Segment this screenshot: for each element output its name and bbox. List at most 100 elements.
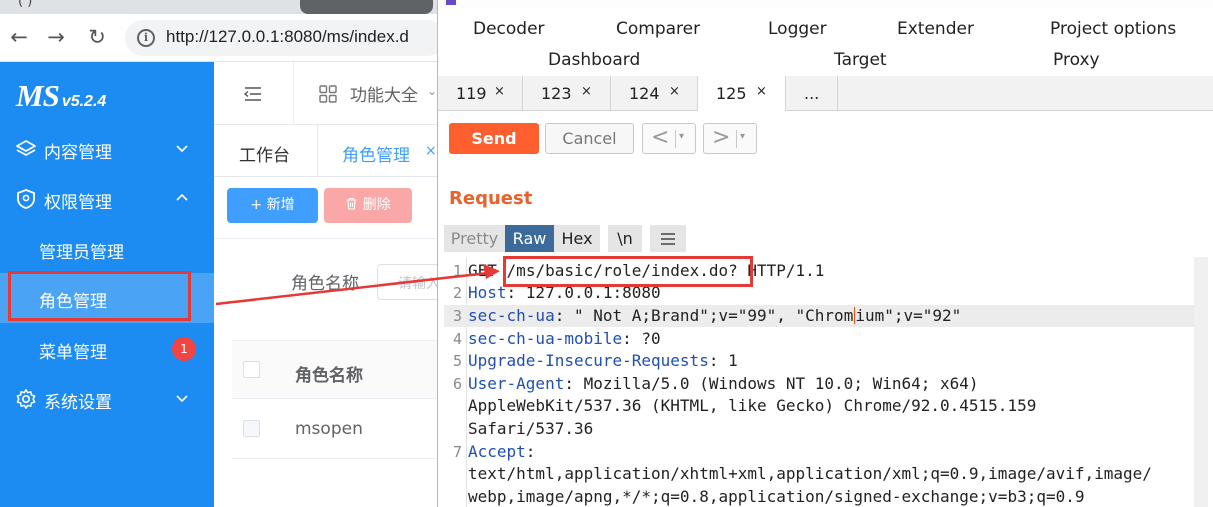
table-header: 角色名称: [232, 340, 437, 399]
delete-button[interactable]: 删除: [324, 188, 412, 223]
line-number: 4: [452, 330, 462, 348]
logo-version: v5.2.4: [61, 93, 107, 110]
header-key: sec-ch-ua-mobile: [468, 329, 623, 348]
collapse-menu-icon[interactable]: [244, 86, 262, 102]
app-main: 功能大全 ⌄ 工作台 角色管理 × + 新增 删除 角色名称 请输入 角色名称 …: [214, 62, 447, 507]
menu-admin[interactable]: 管理员管理: [0, 224, 214, 274]
features-menu[interactable]: 功能大全: [350, 81, 418, 106]
browser-tab-title[interactable]: ( ): [18, 0, 32, 9]
tab-role[interactable]: 角色管理: [342, 141, 410, 166]
delete-button-label: 删除: [362, 197, 391, 213]
menu-system-label: 系统设置: [44, 393, 112, 413]
repeater-tab-more[interactable]: ...: [786, 76, 838, 111]
tool-tab-proxy[interactable]: Proxy: [1053, 50, 1100, 70]
column-header-role-name: 角色名称: [295, 366, 363, 386]
header-line: 3 sec-ch-ua: " Not A;Brand";v="99", "Chr…: [444, 305, 1194, 327]
tool-tab-target[interactable]: Target: [834, 50, 887, 70]
send-button[interactable]: Send: [449, 123, 539, 154]
search-label: 角色名称: [291, 274, 359, 294]
line-number: 5: [452, 352, 462, 370]
tab-close-icon[interactable]: ×: [425, 143, 437, 159]
repeater-tab-124[interactable]: 124 ×: [611, 76, 698, 111]
line-number: 6: [452, 375, 462, 393]
dropdown-icon[interactable]: ▾: [679, 131, 684, 142]
notification-badge: 1: [172, 337, 196, 361]
header-value: : " Not A;Brand";v="99", "Chrom: [554, 306, 854, 325]
toolbar-divider: [214, 238, 437, 239]
table-row[interactable]: msopen: [232, 399, 437, 459]
content-panel: + 新增 删除 角色名称 请输入 角色名称 msopen: [214, 177, 447, 507]
dropdown-icon[interactable]: ▾: [740, 131, 745, 142]
tool-tab-extender[interactable]: Extender: [897, 19, 974, 39]
forward-icon[interactable]: →: [44, 24, 68, 50]
tab-pretty[interactable]: Pretty: [444, 225, 505, 252]
repeater-tab-more-label: ...: [804, 84, 820, 103]
features-chevron-icon[interactable]: ⌄: [427, 84, 437, 98]
header-value-tail: ium";v="92": [855, 306, 962, 325]
tab-raw[interactable]: Raw: [505, 225, 554, 252]
header-value: :: [525, 442, 536, 461]
browser-tab-new[interactable]: [300, 0, 433, 14]
shield-icon: [17, 189, 35, 209]
history-back-button[interactable]: < ▾: [642, 123, 696, 154]
header-line: 6 User-Agent: Mozilla/5.0 (Windows NT 10…: [444, 373, 1194, 395]
browser-tab-strip: ( ): [0, 0, 437, 14]
url-text[interactable]: http://127.0.0.1:8080/ms/index.d: [166, 27, 409, 47]
tool-tab-project-options[interactable]: Project options: [1050, 19, 1176, 39]
tab-divider: [317, 125, 318, 177]
close-icon[interactable]: ×: [669, 84, 680, 99]
tool-tab-comparer[interactable]: Comparer: [616, 19, 700, 39]
header-value: : Mozilla/5.0 (Windows NT 10.0; Win64; x…: [564, 374, 979, 393]
header-text: Accept:: [468, 442, 535, 461]
tool-tab-decoder[interactable]: Decoder: [473, 19, 545, 39]
role-table: 角色名称 msopen: [232, 340, 437, 507]
header-continuation: webp,image/apng,*/*;q=0.8,application/si…: [444, 486, 1194, 507]
select-all-checkbox[interactable]: [243, 361, 260, 378]
trash-icon: [346, 197, 357, 210]
editor-scrollbar[interactable]: [1194, 257, 1208, 507]
options-menu-button[interactable]: [650, 225, 686, 252]
repeater-toolbar: Send Cancel < ▾ > ▾: [438, 111, 1213, 171]
repeater-tab-125[interactable]: 125 ×: [698, 76, 786, 112]
header-text: Upgrade-Insecure-Requests: 1: [468, 351, 738, 370]
url-field[interactable]: i http://127.0.0.1:8080/ms/index.d: [125, 20, 445, 56]
cancel-button[interactable]: Cancel: [545, 123, 634, 154]
close-icon[interactable]: ×: [581, 84, 592, 99]
burp-tool-tabs: Decoder Comparer Logger Extender Project…: [438, 7, 1213, 76]
logo-text: MS: [16, 78, 60, 113]
tool-tab-dashboard[interactable]: Dashboard: [548, 50, 640, 70]
chevron-down-icon: [176, 395, 188, 403]
repeater-tab-119[interactable]: 119 ×: [438, 76, 523, 111]
header-value: text/html,application/xhtml+xml,applicat…: [468, 464, 1152, 483]
gear-icon: [16, 389, 36, 409]
header-line: 4 sec-ch-ua-mobile: ?0: [444, 328, 1194, 350]
menu-system[interactable]: 系统设置: [0, 374, 214, 424]
reload-icon[interactable]: ↻: [85, 24, 109, 50]
search-placeholder: 请输入: [398, 276, 440, 292]
repeater-tab-123[interactable]: 123 ×: [523, 76, 611, 111]
add-button[interactable]: + 新增: [227, 188, 318, 223]
site-info-icon[interactable]: i: [137, 29, 155, 47]
line-number: 7: [452, 443, 462, 461]
table-cell-role-name: msopen: [295, 419, 363, 439]
header-text: sec-ch-ua: " Not A;Brand";v="99", "Chrom…: [468, 306, 961, 325]
tool-tab-logger[interactable]: Logger: [768, 19, 827, 39]
chevron-left-icon: <: [651, 125, 670, 150]
back-icon[interactable]: ←: [7, 24, 31, 50]
tab-workbench[interactable]: 工作台: [239, 141, 290, 166]
history-forward-button[interactable]: > ▾: [703, 123, 757, 154]
header-text: User-Agent: Mozilla/5.0 (Windows NT 10.0…: [468, 374, 979, 393]
header-value: webp,image/apng,*/*;q=0.8,application/si…: [468, 487, 1085, 506]
app-topbar: 功能大全 ⌄: [214, 62, 437, 125]
menu-menu-management[interactable]: 菜单管理 1: [0, 324, 214, 374]
burp-title-bar: [438, 0, 1213, 7]
menu-permission[interactable]: 权限管理: [0, 174, 214, 224]
topbar-divider: [293, 62, 294, 125]
close-icon[interactable]: ×: [756, 84, 767, 99]
tab-hex[interactable]: Hex: [554, 225, 600, 252]
close-icon[interactable]: ×: [494, 84, 505, 99]
request-editor[interactable]: 1 GET /ms/basic/role/index.do? HTTP/1.1 …: [444, 257, 1194, 507]
menu-content[interactable]: 内容管理: [0, 124, 214, 174]
row-checkbox[interactable]: [243, 420, 260, 437]
toggle-newline[interactable]: \n: [608, 225, 642, 252]
